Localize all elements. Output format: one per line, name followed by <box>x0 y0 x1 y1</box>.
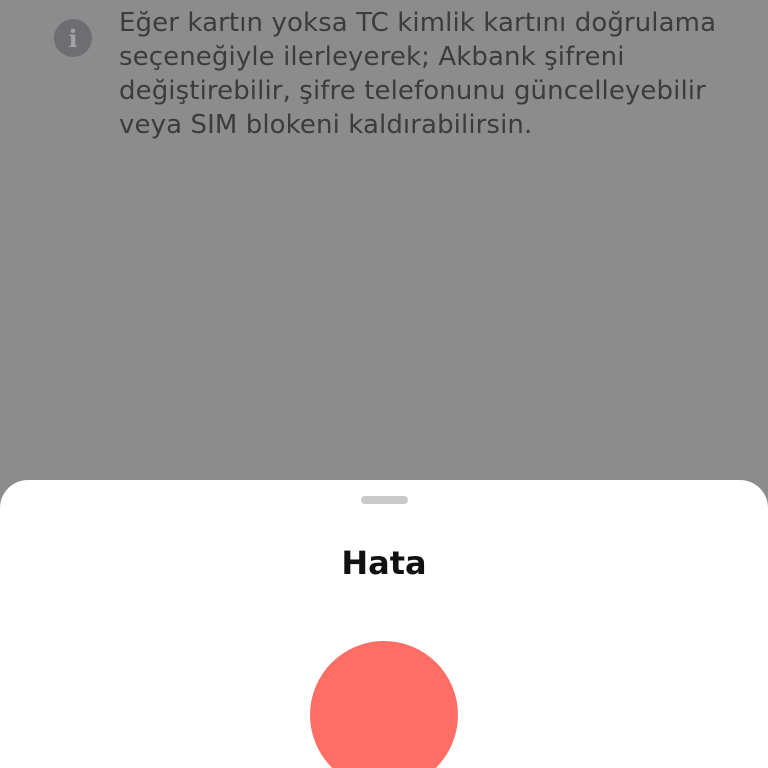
info-icon-glyph: i <box>68 23 78 53</box>
screen: i Eğer kartın yoksa TC kimlik kartını do… <box>0 0 768 768</box>
sheet-drag-handle[interactable] <box>361 496 408 504</box>
info-text: Eğer kartın yoksa TC kimlik kartını doğr… <box>119 8 717 140</box>
info-icon: i <box>54 19 92 57</box>
info-message: i Eğer kartın yoksa TC kimlik kartını do… <box>54 6 744 142</box>
sheet-title: Hata <box>341 544 427 582</box>
bottom-sheet: Hata <box>0 480 768 768</box>
error-icon <box>310 641 458 768</box>
